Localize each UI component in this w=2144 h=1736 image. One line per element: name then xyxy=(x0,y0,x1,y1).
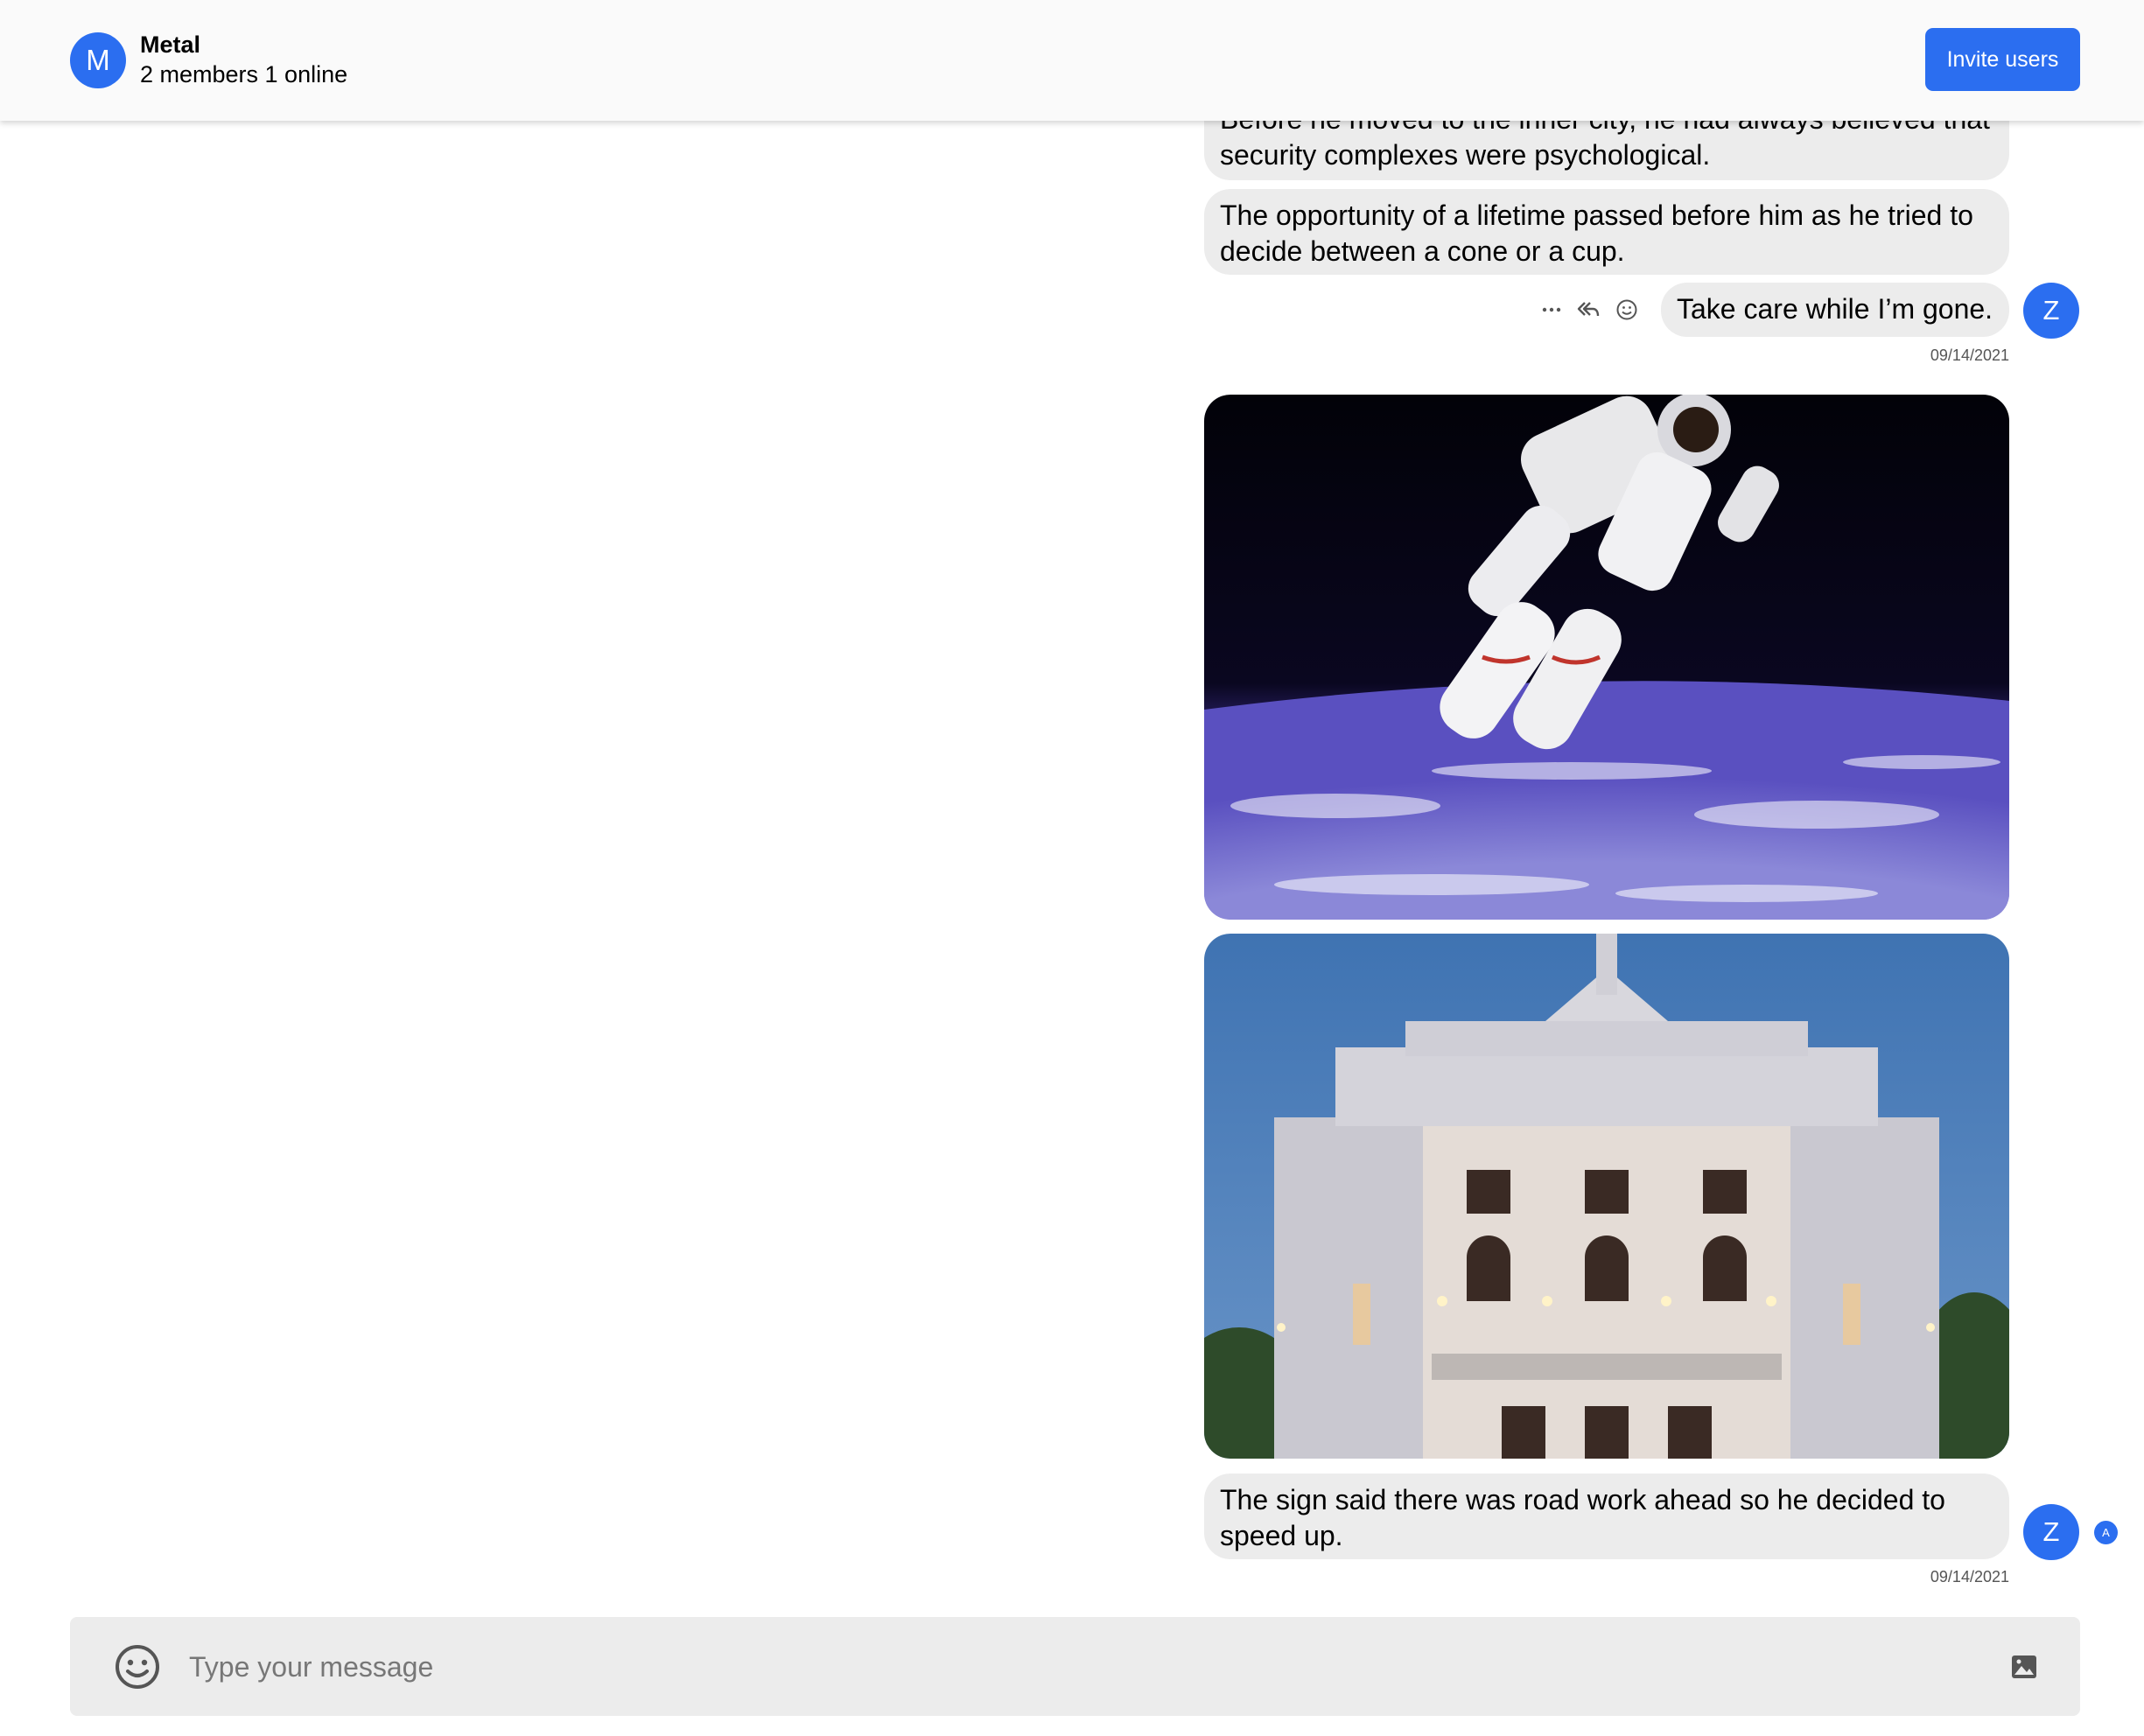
message-list[interactable]: Before he moved to the inner city, he ha… xyxy=(0,0,2144,1736)
reply-all-icon[interactable] xyxy=(1577,300,1600,319)
avatar-letter: Z xyxy=(2042,295,2060,326)
message-image-building[interactable] xyxy=(1204,934,2009,1459)
message-text: The sign said there was road work ahead … xyxy=(1220,1484,1945,1551)
message-text: The opportunity of a lifetime passed bef… xyxy=(1220,200,1973,267)
emoji-icon[interactable] xyxy=(114,1643,161,1690)
avatar[interactable]: Z xyxy=(2023,283,2079,339)
message-text: Take care while I’m gone. xyxy=(1677,293,1993,325)
message-bubble[interactable]: Take care while I’m gone. xyxy=(1661,283,2009,337)
message-composer xyxy=(70,1617,2080,1716)
invite-users-button[interactable]: Invite users xyxy=(1925,28,2080,91)
avatar-letter: Z xyxy=(2042,1516,2060,1547)
message-image-astronaut[interactable] xyxy=(1204,395,2009,920)
image-icon[interactable] xyxy=(2009,1652,2039,1682)
channel-member-status: 2 members 1 online xyxy=(140,61,348,88)
more-icon[interactable] xyxy=(1542,306,1561,313)
read-receipt-badge: A xyxy=(2094,1521,2118,1544)
channel-avatar[interactable]: M xyxy=(70,32,126,88)
message-timestamp: 09/14/2021 xyxy=(1930,346,2009,364)
message-actions xyxy=(1542,292,1638,327)
avatar[interactable]: Z xyxy=(2023,1504,2079,1560)
emoji-react-icon[interactable] xyxy=(1615,298,1638,321)
message-bubble[interactable]: The opportunity of a lifetime passed bef… xyxy=(1204,189,2009,275)
message-timestamp: 09/14/2021 xyxy=(1930,1568,2009,1586)
message-bubble[interactable]: The sign said there was road work ahead … xyxy=(1204,1474,2009,1559)
channel-title: Metal xyxy=(140,32,201,58)
message-input[interactable] xyxy=(189,1638,1939,1696)
chat-header: M Metal 2 members 1 online Invite users xyxy=(0,0,2144,121)
